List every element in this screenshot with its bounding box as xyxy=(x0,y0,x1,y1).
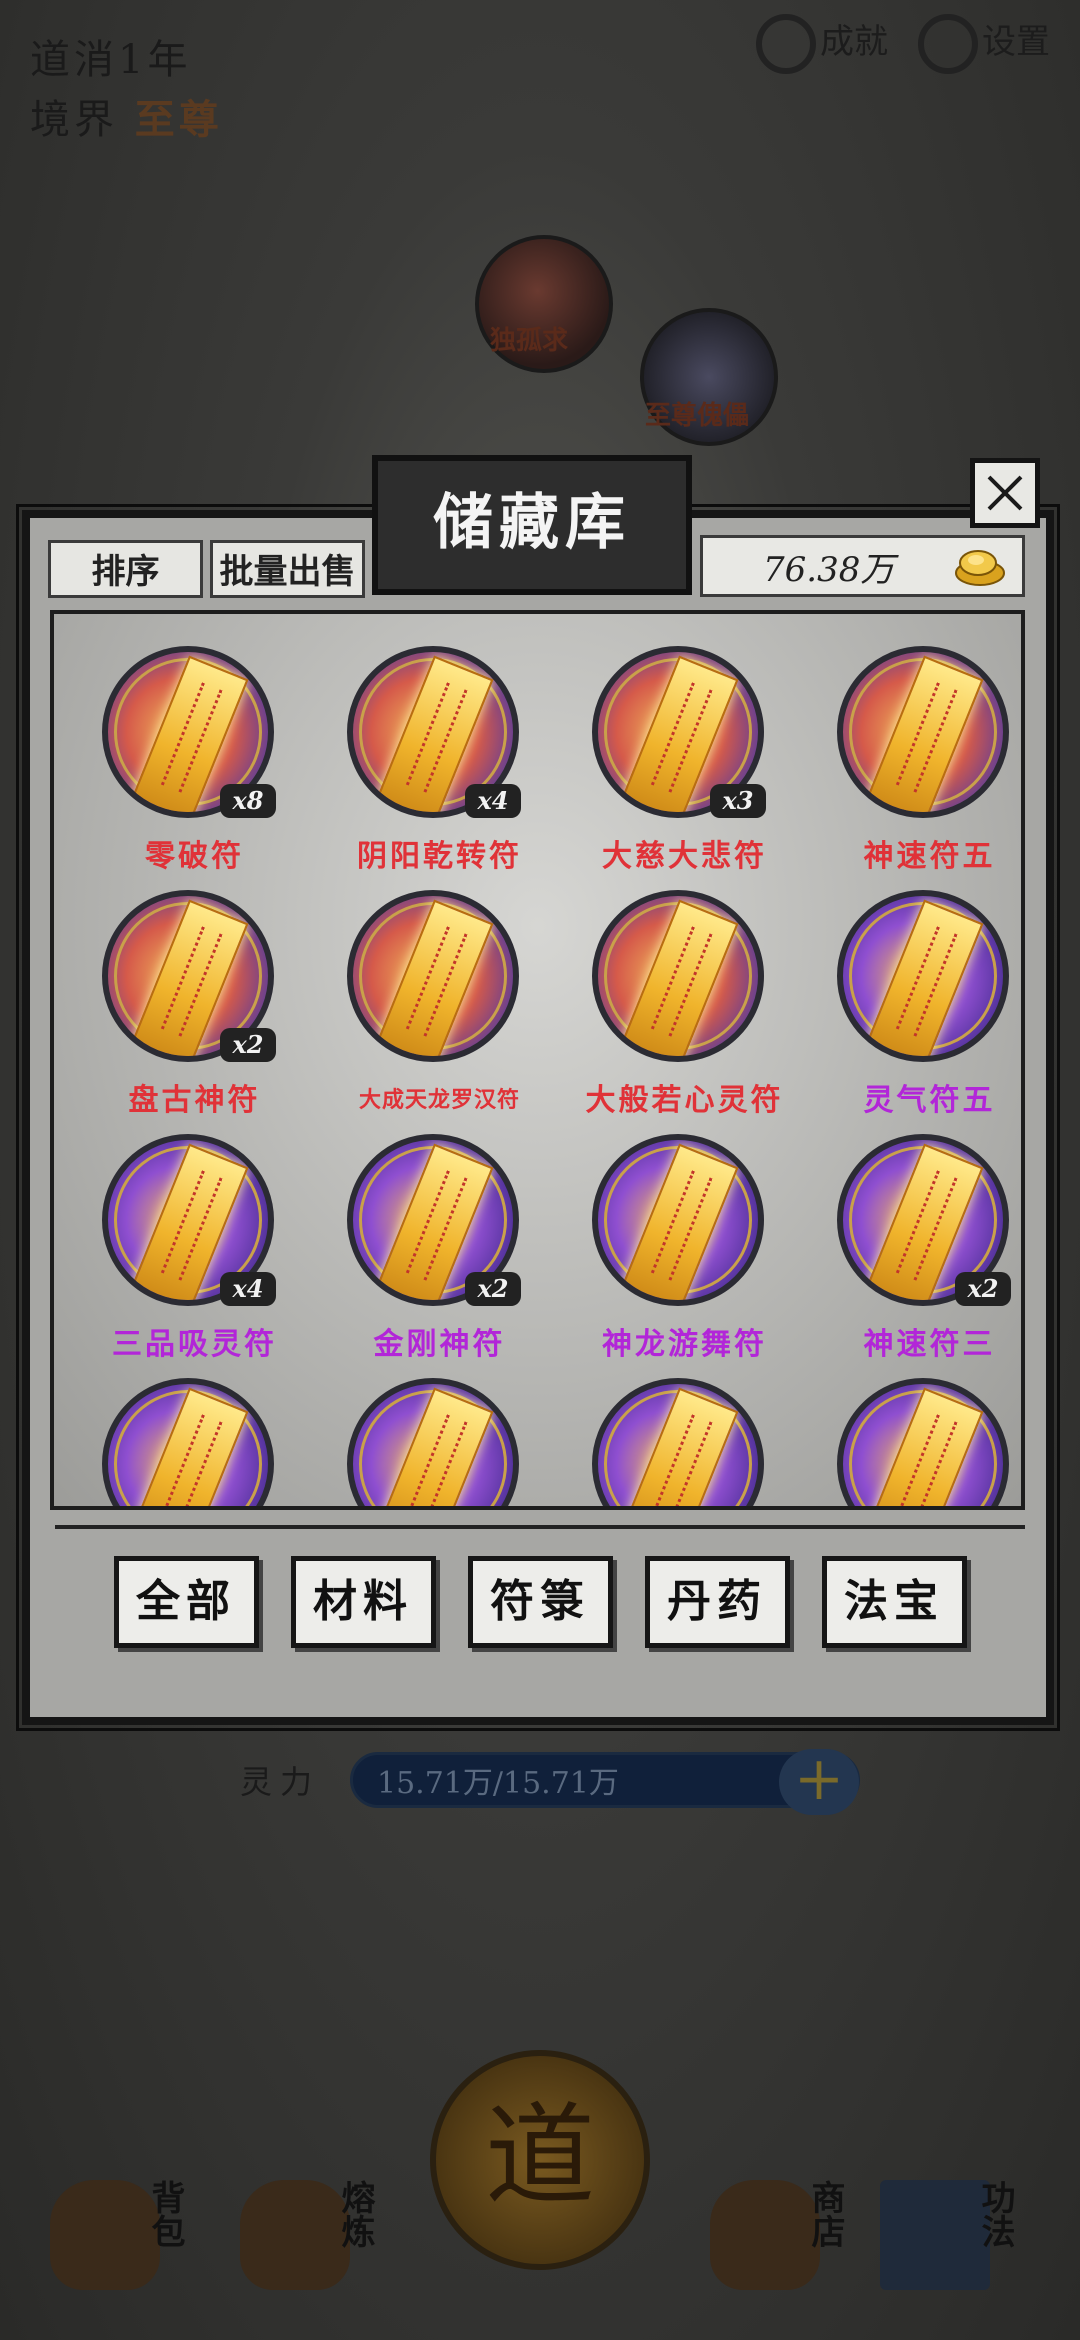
gold-amount: 76.38万 xyxy=(763,549,895,590)
storage-item[interactable]: x2 金刚神符 xyxy=(317,1134,562,1364)
storage-item[interactable] xyxy=(807,1378,1021,1506)
gold-ingot-icon xyxy=(955,550,1005,586)
item-name: 神速符三 xyxy=(863,1327,996,1362)
storage-item[interactable] xyxy=(72,1378,317,1506)
item-count-badge: x8 xyxy=(220,784,276,818)
item-name: 三品吸灵符 xyxy=(112,1327,277,1362)
storage-item[interactable]: x2 盘古神符 xyxy=(72,890,317,1120)
item-count-badge: x2 xyxy=(955,1272,1011,1306)
storage-item[interactable]: x4 三品吸灵符 xyxy=(72,1134,317,1364)
item-name: 零破符 xyxy=(145,839,244,874)
talisman-icon xyxy=(102,1378,274,1506)
talisman-icon xyxy=(347,1378,519,1506)
item-name: 灵气符五 xyxy=(863,1083,996,1118)
filter-all[interactable]: 全部 xyxy=(113,1556,259,1648)
close-icon xyxy=(987,475,1023,511)
item-grid: x8 零破符 x4 阴阳乾转符 x3 大慈大悲符 神速符五 x2 盘古神符 大成天龙罗汉符 大般若心… xyxy=(72,646,1021,1506)
storage-overlay: 储藏库 排序 批量出售 76.38万 x8 零破符 x4 阴阳乾转符 x3 大慈大悲符 神速… xyxy=(0,0,1080,2340)
storage-item[interactable] xyxy=(562,1378,807,1506)
talisman-icon xyxy=(837,1378,1009,1506)
storage-item[interactable]: 灵气符五 xyxy=(807,890,1021,1120)
gold-display: 76.38万 xyxy=(700,535,1025,597)
sort-button[interactable]: 排序 xyxy=(48,540,203,598)
item-name: 大般若心灵符 xyxy=(585,1083,784,1118)
storage-item[interactable]: 大般若心灵符 xyxy=(562,890,807,1120)
item-name: 盘古神符 xyxy=(128,1083,261,1118)
filter-artifacts[interactable]: 法宝 xyxy=(821,1556,967,1648)
storage-item[interactable]: x3 大慈大悲符 xyxy=(562,646,807,876)
filter-materials[interactable]: 材料 xyxy=(290,1556,436,1648)
item-name: 阴阳乾转符 xyxy=(357,839,522,874)
item-name: 大成天龙罗汉符 xyxy=(358,1087,520,1113)
item-name: 金刚神符 xyxy=(373,1327,506,1362)
talisman-icon xyxy=(592,1378,764,1506)
batch-sell-button[interactable]: 批量出售 xyxy=(210,540,365,598)
storage-item[interactable]: x4 阴阳乾转符 xyxy=(317,646,562,876)
category-filter-bar: 全部 材料 符箓 丹药 法宝 xyxy=(55,1525,1025,1675)
storage-item[interactable]: 大成天龙罗汉符 xyxy=(317,890,562,1120)
dialog-title: 储藏库 xyxy=(372,455,692,595)
filter-pills[interactable]: 丹药 xyxy=(644,1556,790,1648)
storage-item[interactable] xyxy=(317,1378,562,1506)
item-name: 神速符五 xyxy=(863,839,996,874)
storage-item[interactable]: x8 零破符 xyxy=(72,646,317,876)
filter-talismans[interactable]: 符箓 xyxy=(467,1556,613,1648)
talisman-icon xyxy=(592,1134,764,1306)
talisman-icon xyxy=(347,890,519,1062)
item-count-badge: x2 xyxy=(465,1272,521,1306)
talisman-icon xyxy=(592,890,764,1062)
item-name: 大慈大悲符 xyxy=(602,839,767,874)
item-count-badge: x4 xyxy=(220,1272,276,1306)
item-name: 神龙游舞符 xyxy=(602,1327,767,1362)
item-grid-area[interactable]: x8 零破符 x4 阴阳乾转符 x3 大慈大悲符 神速符五 x2 盘古神符 大成天龙罗汉符 大般若心… xyxy=(50,610,1025,1510)
talisman-icon xyxy=(837,890,1009,1062)
close-button[interactable] xyxy=(970,458,1040,528)
storage-item[interactable]: 神龙游舞符 xyxy=(562,1134,807,1364)
item-count-badge: x2 xyxy=(220,1028,276,1062)
item-count-badge: x3 xyxy=(710,784,766,818)
talisman-icon xyxy=(837,646,1009,818)
item-count-badge: x4 xyxy=(465,784,521,818)
storage-item[interactable]: x2 神速符三 xyxy=(807,1134,1021,1364)
storage-item[interactable]: 神速符五 xyxy=(807,646,1021,876)
